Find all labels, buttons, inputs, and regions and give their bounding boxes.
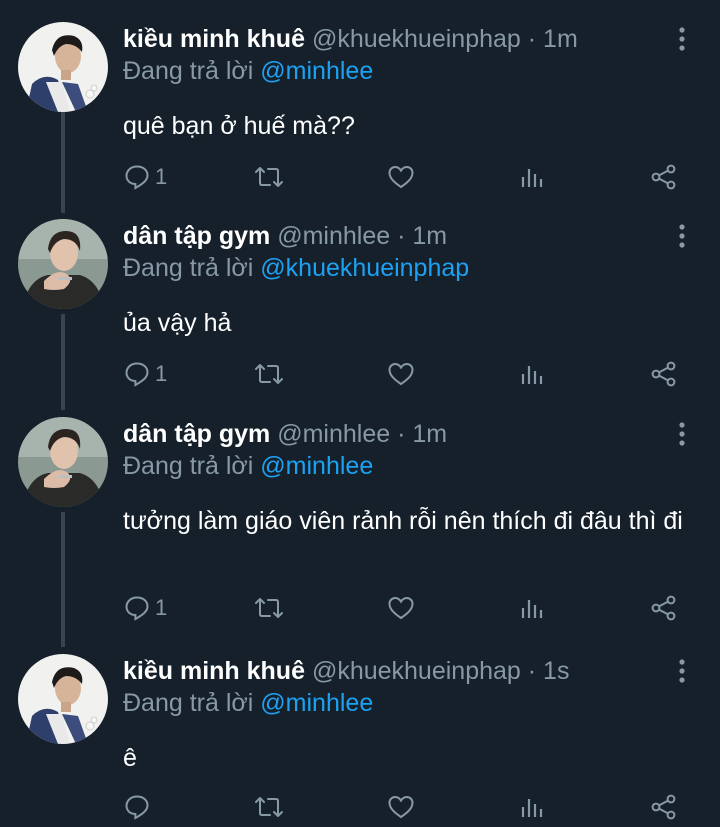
user-handle[interactable]: @khuekhueinphap [312,25,521,53]
replying-to-label: Đang trả lời [123,254,254,282]
analytics-button[interactable] [519,593,545,623]
display-name[interactable]: kiều minh khuê [123,657,305,685]
reply-button[interactable] [123,792,151,822]
replying-to: Đang trả lời @minhlee [123,686,373,720]
action-bar [0,792,720,822]
separator: · [527,657,537,685]
share-button[interactable] [650,162,678,192]
tweet[interactable]: kiều minh khuê @khuekhueinphap · 1s Đang… [0,654,720,827]
avatar[interactable] [18,219,108,309]
user-handle[interactable]: @khuekhueinphap [312,657,521,685]
user-handle[interactable]: @minhlee [277,420,390,448]
retweet-icon [254,594,284,622]
share-icon [650,594,678,622]
share-icon [650,163,678,191]
retweet-button[interactable] [254,593,284,623]
mention-link[interactable]: @minhlee [260,452,373,480]
analytics-button[interactable] [519,359,545,389]
heart-icon [387,793,415,821]
more-vertical-icon[interactable] [672,223,692,249]
like-button[interactable] [387,792,415,822]
display-name[interactable]: dân tập gym [123,420,270,448]
tweet[interactable]: kiều minh khuê @khuekhueinphap · 1m Đang… [0,22,720,202]
reply-count: 1 [155,164,168,189]
retweet-icon [254,360,284,388]
heart-icon [387,360,415,388]
tweet-header: kiều minh khuê @khuekhueinphap · 1s [123,654,569,688]
more-vertical-icon[interactable] [672,26,692,52]
like-button[interactable] [387,593,415,623]
retweet-icon [254,163,284,191]
replying-to: Đang trả lời @minhlee [123,54,373,88]
avatar[interactable] [18,417,108,507]
share-icon [650,360,678,388]
share-button[interactable] [650,593,678,623]
reply-count: 1 [155,595,168,620]
reply-icon [123,793,151,821]
share-button[interactable] [650,792,678,822]
display-name[interactable]: kiều minh khuê [123,25,305,53]
separator: · [527,25,537,53]
analytics-icon [519,163,545,191]
tweet[interactable]: dân tập gym @minhlee · 1m Đang trả lời @… [0,219,720,399]
analytics-button[interactable] [519,792,545,822]
tweet[interactable]: dân tập gym @minhlee · 1m Đang trả lời @… [0,417,720,632]
timestamp[interactable]: 1m [412,222,447,250]
mention-link[interactable]: @minhlee [260,57,373,85]
heart-icon [387,163,415,191]
timestamp[interactable]: 1m [543,25,578,53]
tweet-text: ủa vậy hả [123,309,232,337]
tweet-header: dân tập gym @minhlee · 1m [123,219,447,253]
tweet-header: kiều minh khuê @khuekhueinphap · 1m [123,22,578,56]
mention-link[interactable]: @khuekhueinphap [260,254,469,282]
like-button[interactable] [387,359,415,389]
tweet-text: tưởng làm giáo viên rảnh rỗi nên thích đ… [123,507,683,535]
reply-icon [123,163,151,191]
reply-button[interactable]: 1 [123,162,167,192]
reply-button[interactable]: 1 [123,359,167,389]
avatar[interactable] [18,654,108,744]
analytics-icon [519,793,545,821]
timestamp[interactable]: 1s [543,657,569,685]
replying-to-label: Đang trả lời [123,452,254,480]
separator: · [397,420,406,448]
action-bar: 1 [0,162,720,192]
replying-to-label: Đang trả lời [123,57,254,85]
share-icon [650,793,678,821]
tweet-text: quê bạn ở huế mà?? [123,112,355,140]
like-button[interactable] [387,162,415,192]
reply-button[interactable]: 1 [123,593,167,623]
analytics-icon [519,360,545,388]
more-vertical-icon[interactable] [672,421,692,447]
action-bar: 1 [0,359,720,389]
separator: · [397,222,406,250]
reply-count: 1 [155,361,168,386]
replying-to-label: Đang trả lời [123,689,254,717]
analytics-button[interactable] [519,162,545,192]
avatar[interactable] [18,22,108,112]
tweet-header: dân tập gym @minhlee · 1m [123,417,447,451]
share-button[interactable] [650,359,678,389]
analytics-icon [519,594,545,622]
action-bar: 1 [0,593,720,623]
mention-link[interactable]: @minhlee [260,689,373,717]
user-handle[interactable]: @minhlee [277,222,390,250]
retweet-button[interactable] [254,359,284,389]
timestamp[interactable]: 1m [412,420,447,448]
reply-icon [123,360,151,388]
heart-icon [387,594,415,622]
reply-icon [123,594,151,622]
tweet-text: ê [123,744,137,772]
more-vertical-icon[interactable] [672,658,692,684]
retweet-button[interactable] [254,792,284,822]
retweet-icon [254,793,284,821]
replying-to: Đang trả lời @minhlee [123,449,373,483]
display-name[interactable]: dân tập gym [123,222,270,250]
replying-to: Đang trả lời @khuekhueinphap [123,251,469,285]
retweet-button[interactable] [254,162,284,192]
